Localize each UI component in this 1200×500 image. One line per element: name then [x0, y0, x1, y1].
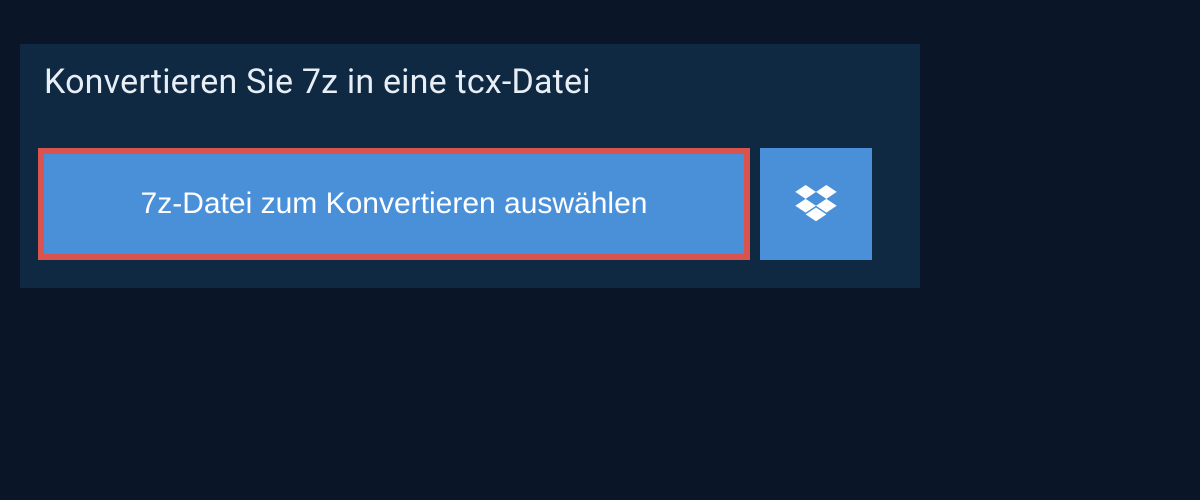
- dropbox-button[interactable]: [760, 148, 872, 260]
- highlight-border: 7z-Datei zum Konvertieren auswählen: [38, 148, 750, 260]
- converter-panel: Konvertieren Sie 7z in eine tcx-Datei 7z…: [20, 44, 920, 288]
- title-bar: Konvertieren Sie 7z in eine tcx-Datei: [20, 44, 615, 120]
- select-file-label: 7z-Datei zum Konvertieren auswählen: [141, 187, 648, 221]
- action-row: 7z-Datei zum Konvertieren auswählen: [20, 120, 920, 288]
- dropbox-icon: [795, 185, 837, 223]
- select-file-button[interactable]: 7z-Datei zum Konvertieren auswählen: [44, 154, 744, 254]
- page-title: Konvertieren Sie 7z in eine tcx-Datei: [44, 62, 591, 102]
